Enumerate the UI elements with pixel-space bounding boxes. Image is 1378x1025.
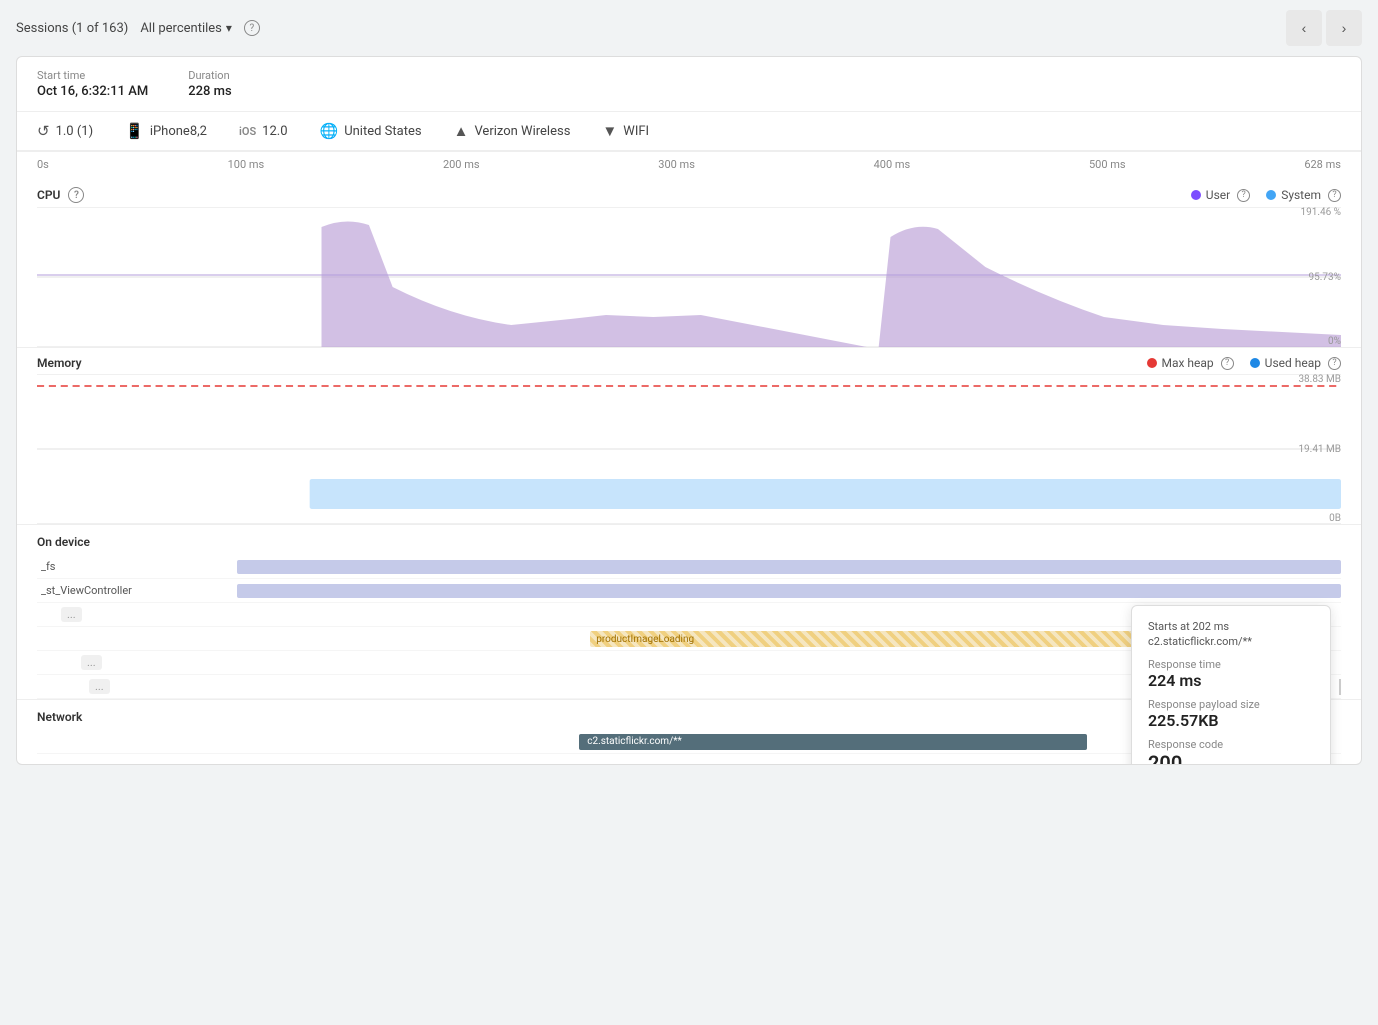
memory-svg	[37, 374, 1341, 524]
globe-icon: 🌐	[320, 122, 339, 140]
trace-dots3-label: ...	[85, 679, 285, 694]
carrier-item: ▲ Verizon Wireless	[454, 122, 571, 140]
help-icon[interactable]: ?	[244, 20, 260, 36]
used-heap-dot	[1250, 358, 1260, 368]
memory-chart-section: Memory Max heap ? Used heap ?	[17, 348, 1361, 525]
trace-row-st: _st_ViewController	[37, 579, 1341, 603]
cpu-chart-title: CPU ?	[37, 187, 84, 203]
os-version-item: iOS 12.0	[239, 124, 288, 139]
cpu-user-dot	[1191, 190, 1201, 200]
used-heap-legend: Used heap ?	[1250, 356, 1341, 370]
trace-fs-label: _fs	[37, 560, 237, 573]
network-item: ▼ WIFI	[602, 122, 649, 140]
product-bar-label: productImageLoading	[590, 634, 694, 645]
tooltip-payload: Response payload size 225.57KB	[1148, 698, 1314, 730]
session-header: Start time Oct 16, 6:32:11 AM Duration 2…	[17, 57, 1361, 112]
ruler-labels: 0s 100 ms 200 ms 300 ms 400 ms 500 ms 62…	[37, 158, 1341, 171]
cpu-chart-area: 191.46 % 95.73% 0%	[37, 207, 1341, 347]
signal-icon: ▲	[454, 122, 469, 140]
trace-st-bar-area	[237, 579, 1341, 602]
country-item: 🌐 United States	[320, 122, 422, 140]
trace-fs-bar	[237, 560, 1341, 574]
memory-legend: Max heap ? Used heap ?	[1147, 356, 1342, 370]
on-device-title: On device	[37, 525, 1341, 555]
tooltip-starts: Starts at 202 ms	[1148, 620, 1314, 633]
tooltip-code: Response code 200	[1148, 738, 1314, 765]
on-device-section: On device _fs _st_ViewController ...	[17, 525, 1361, 700]
phone-icon: 📱	[125, 122, 144, 140]
device-info-bar: ↺ 1.0 (1) 📱 iPhone8,2 iOS 12.0 🌐 United …	[17, 112, 1361, 151]
trace-st-label: _st_ViewController	[37, 584, 237, 597]
start-time-field: Start time Oct 16, 6:32:11 AM	[37, 69, 148, 99]
cpu-system-help-icon[interactable]: ?	[1328, 189, 1341, 202]
device-model-item: 📱 iPhone8,2	[125, 122, 207, 140]
sessions-label: Sessions (1 of 163)	[16, 21, 128, 36]
ios-label: iOS	[239, 125, 256, 138]
memory-chart-title: Memory	[37, 356, 82, 370]
cpu-chart-header: CPU ? User ? System ?	[37, 179, 1341, 207]
cpu-legend: User ? System ?	[1191, 188, 1341, 202]
memory-chart-area: 38.83 MB 19.41 MB 0B	[37, 374, 1341, 524]
cpu-help-icon[interactable]: ?	[68, 187, 84, 203]
used-heap-bar	[310, 479, 1341, 509]
cpu-system-dot	[1266, 190, 1276, 200]
cpu-svg	[37, 207, 1341, 347]
cpu-user-legend: User ?	[1191, 188, 1250, 202]
network-bar[interactable]: c2.staticflickr.com/**	[579, 734, 1087, 750]
network-tooltip: Starts at 202 ms c2.staticflickr.com/** …	[1131, 605, 1331, 765]
network-bar-label: c2.staticflickr.com/**	[587, 736, 682, 747]
trace-row-fs: _fs	[37, 555, 1341, 579]
cpu-y-labels: 191.46 % 95.73% 0%	[1291, 207, 1341, 347]
wifi-icon: ▼	[602, 122, 617, 140]
version-item: ↺ 1.0 (1)	[37, 122, 93, 140]
trace-dots2-label: ...	[77, 655, 277, 670]
timeline-ruler: 0s 100 ms 200 ms 300 ms 400 ms 500 ms 62…	[17, 151, 1361, 179]
cpu-system-legend: System ?	[1266, 188, 1341, 202]
max-heap-dot	[1147, 358, 1157, 368]
trace-dots1-label: ...	[57, 607, 257, 622]
trace-end-marker	[1339, 679, 1341, 695]
cpu-chart-section: CPU ? User ? System ?	[17, 179, 1361, 348]
memory-y-labels: 38.83 MB 19.41 MB 0B	[1291, 374, 1341, 524]
max-heap-legend: Max heap ?	[1147, 356, 1234, 370]
chevron-down-icon	[226, 21, 232, 36]
next-button[interactable]: ›	[1326, 10, 1362, 46]
tooltip-response-time: Response time 224 ms	[1148, 658, 1314, 690]
memory-chart-header: Memory Max heap ? Used heap ?	[37, 348, 1341, 374]
max-heap-help-icon[interactable]: ?	[1221, 357, 1234, 370]
prev-button[interactable]: ‹	[1286, 10, 1322, 46]
cpu-user-help-icon[interactable]: ?	[1237, 189, 1250, 202]
trace-st-bar	[237, 584, 1341, 598]
trace-fs-bar-area	[237, 555, 1341, 578]
duration-field: Duration 228 ms	[188, 69, 231, 99]
main-card: Start time Oct 16, 6:32:11 AM Duration 2…	[16, 56, 1362, 765]
used-heap-help-icon[interactable]: ?	[1328, 357, 1341, 370]
refresh-icon: ↺	[37, 122, 50, 140]
percentile-select[interactable]: All percentiles	[140, 21, 232, 36]
tooltip-url: c2.staticflickr.com/**	[1148, 635, 1314, 648]
cpu-user-area	[37, 221, 1341, 347]
